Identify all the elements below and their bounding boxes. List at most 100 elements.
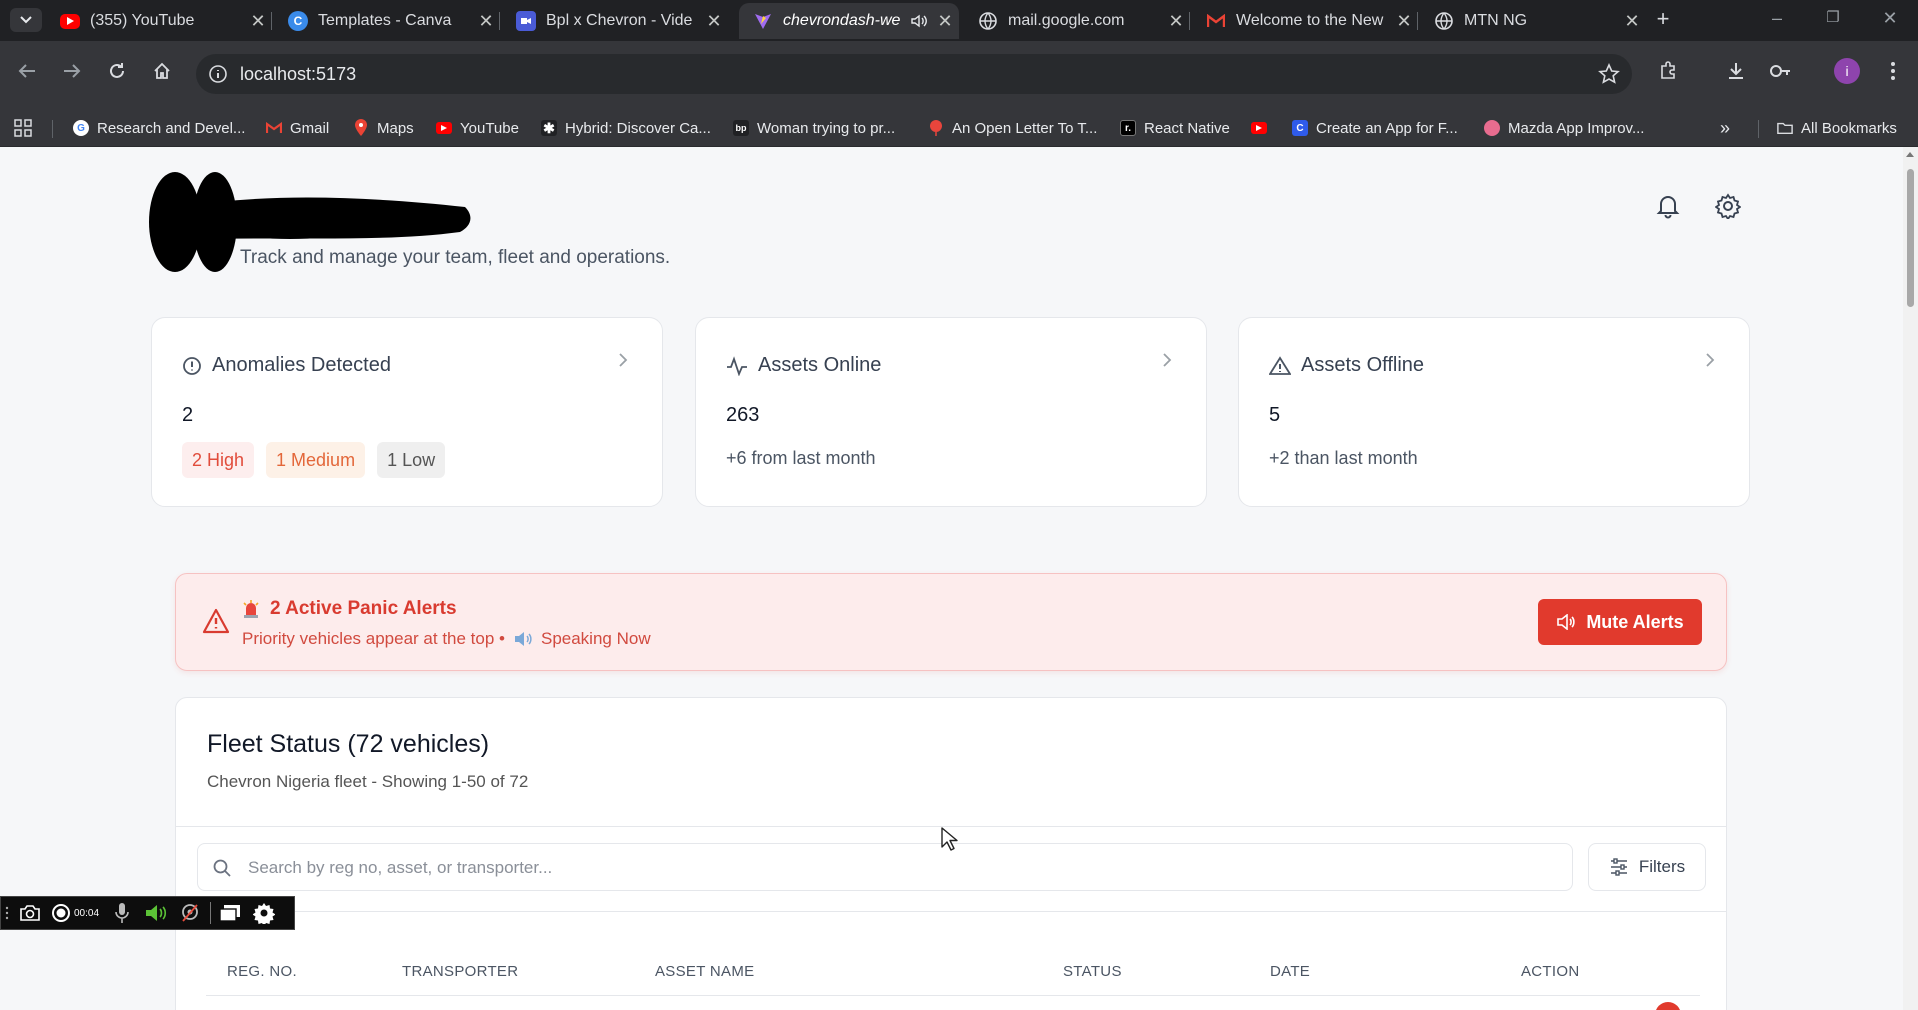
minimize-icon[interactable]: – — [1762, 8, 1792, 29]
scroll-thumb[interactable] — [1907, 169, 1914, 307]
all-bookmarks[interactable]: All Bookmarks — [1777, 117, 1897, 139]
column-header-action[interactable]: ACTION — [1521, 963, 1579, 980]
column-header-status[interactable]: STATUS — [1063, 963, 1122, 980]
scroll-up-arrow-icon[interactable] — [1906, 152, 1914, 157]
site-info-icon[interactable] — [208, 64, 228, 84]
chevron-right-icon[interactable] — [618, 352, 628, 368]
more-menu-icon[interactable] — [1879, 57, 1907, 85]
canva-icon: C — [288, 11, 308, 31]
assets-offline-card[interactable]: Assets Offline 5 +2 than last month — [1238, 317, 1750, 507]
extensions-icon[interactable] — [1655, 57, 1683, 85]
assets-online-trend: +6 from last month — [726, 448, 876, 468]
bookmark-label: Gmail — [290, 119, 330, 137]
bell-icon — [1656, 196, 1680, 219]
youtube-icon — [436, 122, 452, 134]
alert-title: 2 Active Panic Alerts — [242, 598, 457, 620]
window-capture-icon[interactable] — [213, 896, 247, 930]
fleet-search-input[interactable]: Search by reg no, asset, or transporter.… — [197, 843, 1573, 891]
back-button[interactable] — [12, 56, 42, 86]
bookmark-woman-trying[interactable]: bp Woman trying to pr... — [733, 117, 895, 139]
recording-timer[interactable]: 00:04 — [45, 896, 105, 930]
gear-icon[interactable] — [247, 896, 281, 930]
tab-title: Welcome to the New — [1236, 12, 1384, 29]
home-button[interactable] — [147, 56, 177, 86]
tab-close-icon[interactable]: ✕ — [931, 11, 959, 32]
password-key-icon[interactable] — [1766, 57, 1794, 85]
tab-close-icon[interactable]: ✕ — [700, 11, 728, 32]
bookmark-mazda[interactable]: Mazda App Improv... — [1484, 117, 1644, 139]
volume-icon — [1556, 614, 1576, 630]
tab-bpl-chevron[interactable]: Bpl x Chevron - Vide ✕ — [502, 3, 728, 39]
chevron-right-icon[interactable] — [1162, 352, 1172, 368]
bookmark-label: Hybrid: Discover Ca... — [565, 119, 711, 137]
bookmark-youtube[interactable]: YouTube — [436, 117, 519, 139]
speaker-icon[interactable] — [911, 14, 927, 28]
bookmark-hybrid[interactable]: ✱ Hybrid: Discover Ca... — [541, 117, 711, 139]
restore-icon[interactable]: ❐ — [1818, 8, 1848, 26]
filters-button[interactable]: Filters — [1588, 843, 1706, 891]
tab-mail[interactable]: mail.google.com ✕ — [964, 3, 1190, 39]
tab-canva[interactable]: C Templates - Canva ✕ — [274, 3, 500, 39]
more-bookmarks-icon[interactable]: » — [1720, 117, 1730, 139]
tab-welcome[interactable]: Welcome to the New ✕ — [1192, 3, 1418, 39]
window-close-icon[interactable]: ✕ — [1875, 8, 1905, 29]
severity-medium-badge: 1 Medium — [266, 442, 366, 478]
page-scrollbar[interactable] — [1903, 147, 1918, 1010]
row-action-indicator[interactable] — [1655, 1002, 1681, 1010]
tab-close-icon[interactable]: ✕ — [1390, 11, 1418, 32]
drag-handle-icon[interactable] — [1, 896, 15, 930]
speaker-icon[interactable] — [139, 896, 173, 930]
anomalies-card[interactable]: Anomalies Detected 2 2 High 1 Medium 1 L… — [151, 317, 663, 507]
chevron-right-icon[interactable] — [1705, 352, 1715, 368]
tab-title: chevrondash-we — [783, 12, 901, 29]
reload-button[interactable] — [102, 56, 132, 86]
globe-icon — [1434, 11, 1454, 31]
bookmark-open-letter[interactable]: An Open Letter To T... — [928, 117, 1097, 139]
tab-close-icon[interactable]: ✕ — [1162, 11, 1190, 32]
record-icon — [51, 904, 70, 922]
assets-online-card[interactable]: Assets Online 263 +6 from last month — [695, 317, 1207, 507]
bookmark-separator — [1758, 120, 1759, 138]
bookmark-research[interactable]: G Research and Devel... — [73, 117, 245, 139]
bookmark-create-app[interactable]: C Create an App for F... — [1292, 117, 1458, 139]
microphone-icon[interactable] — [105, 896, 139, 930]
filters-label: Filters — [1638, 857, 1686, 876]
download-icon[interactable] — [1722, 57, 1750, 85]
bookmark-react-native[interactable]: r. React Native — [1120, 117, 1230, 139]
bookmark-youtube-2[interactable] — [1251, 117, 1275, 139]
camera-icon[interactable] — [15, 896, 45, 930]
card-header: Assets Online — [726, 354, 881, 377]
tab-separator — [1417, 12, 1418, 30]
tab-close-icon[interactable]: ✕ — [244, 11, 272, 32]
recording-time: 00:04 — [73, 907, 100, 919]
folder-icon — [1777, 120, 1793, 136]
bookmark-star-icon[interactable] — [1598, 63, 1620, 85]
tab-close-icon[interactable]: ✕ — [1618, 11, 1646, 32]
bookmark-gmail[interactable]: Gmail — [266, 117, 329, 139]
youtube-icon — [1251, 122, 1267, 134]
column-header-reg-no[interactable]: REG. NO. — [227, 963, 297, 980]
tab-close-icon[interactable]: ✕ — [472, 11, 500, 32]
mute-alerts-button[interactable]: Mute Alerts — [1538, 599, 1702, 645]
tab-youtube[interactable]: (355) YouTube ✕ — [46, 3, 272, 39]
column-header-asset-name[interactable]: ASSET NAME — [655, 963, 754, 980]
tab-chevrondash[interactable]: chevrondash-we ✕ — [739, 3, 959, 39]
siren-icon — [242, 599, 260, 619]
webcam-off-icon[interactable] — [173, 896, 207, 930]
tab-search-button[interactable] — [10, 8, 42, 32]
tab-mtn[interactable]: MTN NG ✕ — [1420, 3, 1646, 39]
column-header-transporter[interactable]: TRANSPORTER — [402, 963, 518, 980]
address-bar[interactable]: localhost:5173 — [196, 54, 1632, 94]
notifications-button[interactable] — [1653, 191, 1683, 221]
column-header-date[interactable]: DATE — [1270, 963, 1310, 980]
apps-grid-icon[interactable] — [13, 117, 33, 139]
severity-pills: 2 High 1 Medium 1 Low — [182, 442, 457, 478]
profile-avatar[interactable]: i — [1834, 58, 1860, 84]
bookmark-maps[interactable]: Maps — [353, 117, 414, 139]
forward-button[interactable] — [57, 56, 87, 86]
url-text[interactable]: localhost:5173 — [240, 64, 356, 85]
card-header: Anomalies Detected — [182, 354, 391, 377]
settings-button[interactable] — [1713, 191, 1743, 221]
chevron-down-icon — [20, 16, 32, 24]
new-tab-button[interactable]: + — [1649, 8, 1677, 32]
